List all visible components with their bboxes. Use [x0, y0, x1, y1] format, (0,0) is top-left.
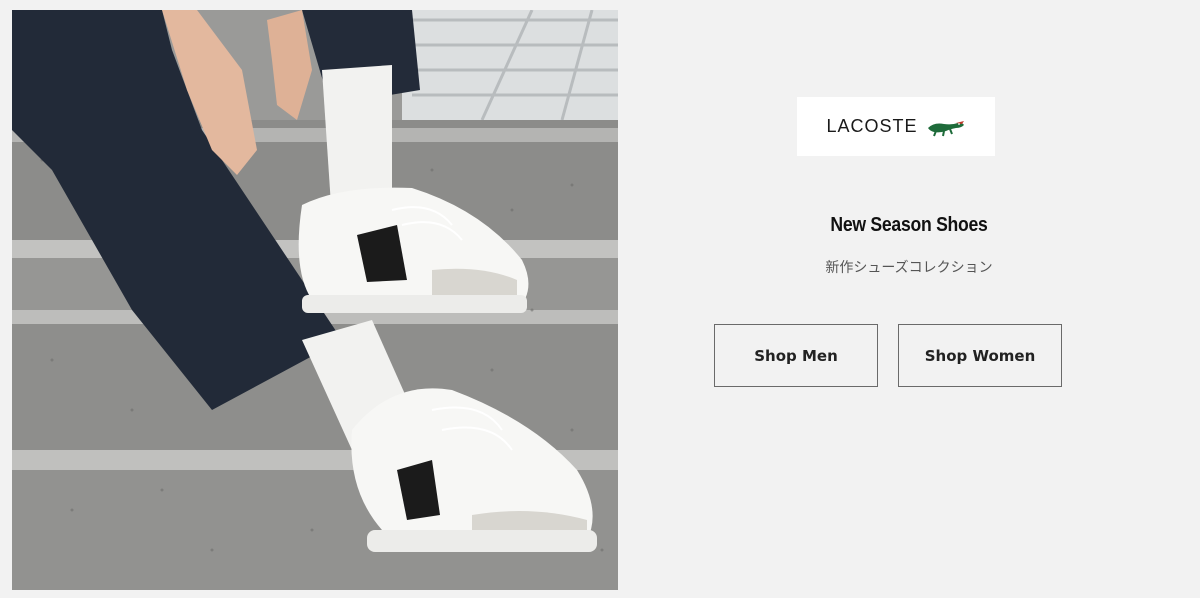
hero-image[interactable]	[12, 10, 618, 590]
promo-headline: New Season Shoes	[830, 214, 988, 236]
shop-women-button[interactable]: Shop Women	[898, 324, 1062, 387]
brand-logo[interactable]: LACOSTE	[797, 97, 995, 156]
sneakers-on-stairs-image	[12, 10, 618, 590]
promo-banner: LACOSTE New Season Shoes 新作シューズコレクション Sh…	[0, 0, 1200, 598]
crocodile-icon	[926, 116, 966, 138]
promo-panel: LACOSTE New Season Shoes 新作シューズコレクション Sh…	[618, 0, 1200, 598]
shop-men-button[interactable]: Shop Men	[714, 324, 878, 387]
promo-subtitle: 新作シューズコレクション	[825, 260, 993, 276]
brand-logo-text: LACOSTE	[826, 116, 918, 136]
